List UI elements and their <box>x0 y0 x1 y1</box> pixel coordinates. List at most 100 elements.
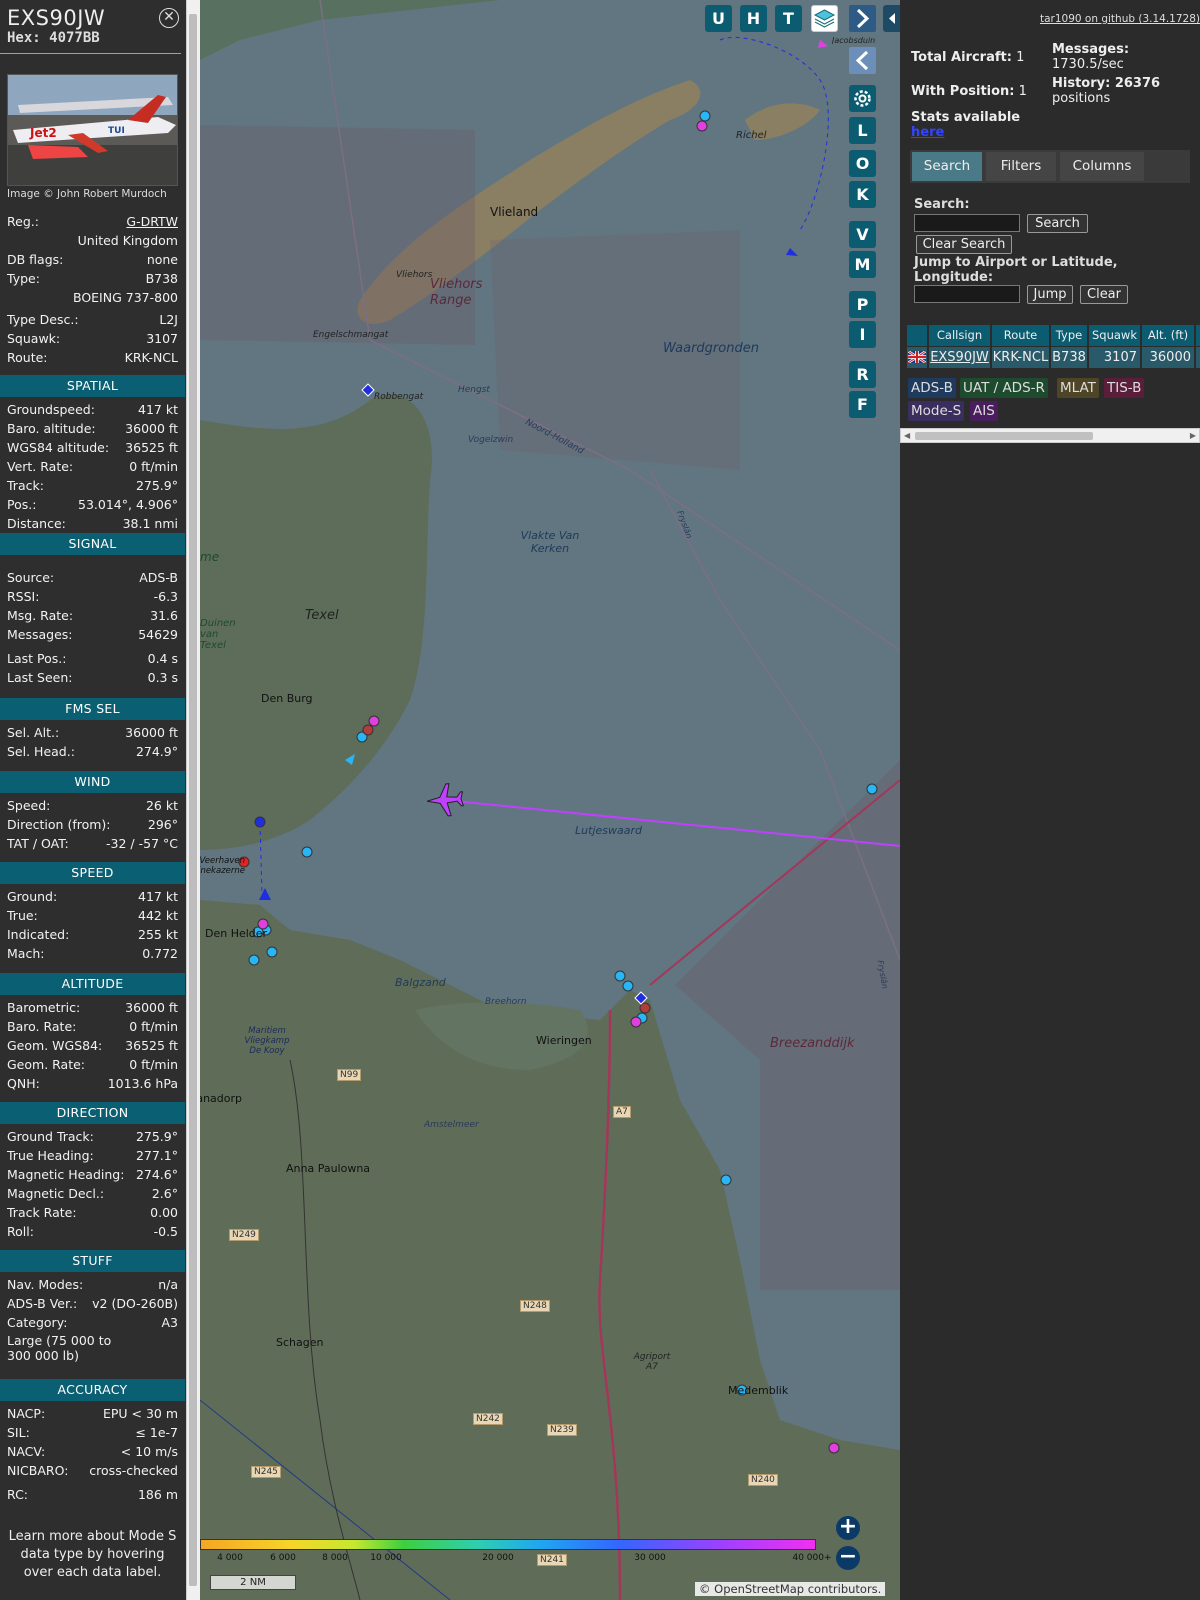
row-type[interactable]: B738 <box>1051 347 1087 368</box>
info-label[interactable]: Ground Track: <box>7 1128 94 1146</box>
map-button-r[interactable]: R <box>849 361 876 388</box>
row-more[interactable] <box>1196 347 1200 368</box>
map-attribution[interactable]: © OpenStreetMap contributors. <box>695 1582 886 1596</box>
map-button-i[interactable]: I <box>849 321 876 348</box>
chevron-right-icon[interactable] <box>849 5 876 32</box>
info-label[interactable]: Track: <box>7 477 44 495</box>
close-icon[interactable]: ✕ <box>159 8 179 28</box>
info-value[interactable]: G-DRTW <box>126 213 178 231</box>
scroll-right-icon[interactable]: ▶ <box>1190 431 1196 440</box>
flag-column-header[interactable] <box>907 325 927 346</box>
badge-mlat[interactable]: MLAT <box>1057 378 1099 398</box>
zoom-out-button[interactable]: − <box>836 1546 860 1570</box>
info-label[interactable]: Magnetic Decl.: <box>7 1185 104 1203</box>
info-label[interactable]: Baro. altitude: <box>7 420 96 438</box>
map-button-p[interactable]: P <box>849 291 876 318</box>
scrollbar-thumb[interactable] <box>915 432 1093 440</box>
info-label[interactable]: Msg. Rate: <box>7 607 73 625</box>
stats-link[interactable]: here <box>911 125 944 140</box>
map-button-h[interactable]: H <box>740 5 767 32</box>
tab-columns[interactable]: Columns <box>1060 152 1144 181</box>
badge-tisb[interactable]: TIS-B <box>1104 378 1145 398</box>
info-label[interactable]: Distance: <box>7 515 66 533</box>
info-label[interactable]: Sel. Alt.: <box>7 724 59 742</box>
info-label[interactable]: Mach: <box>7 945 44 963</box>
info-label[interactable]: Nav. Modes: <box>7 1276 83 1294</box>
info-label[interactable]: Geom. WGS84: <box>7 1037 102 1055</box>
info-label[interactable]: NACV: <box>7 1443 45 1461</box>
jump-input[interactable] <box>914 285 1020 303</box>
column-header-callsign[interactable]: Callsign <box>929 325 990 346</box>
map-button-l[interactable]: L <box>849 117 876 144</box>
map-button-f[interactable]: F <box>849 391 876 418</box>
tab-search[interactable]: Search <box>912 152 982 181</box>
expand-horizontal-icon[interactable] <box>883 5 900 32</box>
info-label[interactable]: SIL: <box>7 1424 30 1442</box>
info-label[interactable]: Ground: <box>7 888 57 906</box>
info-label[interactable]: ADS-B Ver.: <box>7 1295 77 1313</box>
section-header-accuracy[interactable]: ACCURACY <box>0 1379 185 1401</box>
info-label[interactable]: Indicated: <box>7 926 69 944</box>
layers-icon[interactable] <box>811 5 838 32</box>
info-label[interactable]: NICBARO: <box>7 1462 68 1480</box>
info-label[interactable]: Messages: <box>7 626 73 644</box>
info-label[interactable]: Source: <box>7 569 54 587</box>
search-input[interactable] <box>914 214 1020 232</box>
info-label[interactable]: RSSI: <box>7 588 39 606</box>
info-label[interactable]: Type: <box>7 270 40 288</box>
map-button-t[interactable]: T <box>775 5 802 32</box>
info-label[interactable]: Barometric: <box>7 999 80 1017</box>
row-route[interactable]: KRK-NCL <box>992 347 1049 368</box>
info-label[interactable]: Vert. Rate: <box>7 458 73 476</box>
info-label[interactable]: Last Seen: <box>7 669 72 687</box>
info-label[interactable]: Speed: <box>7 797 50 815</box>
info-label[interactable]: WGS84 altitude: <box>7 439 109 457</box>
info-label[interactable]: Last Pos.: <box>7 650 66 668</box>
info-label[interactable]: Category: <box>7 1314 67 1332</box>
section-header-wind[interactable]: WIND <box>0 771 185 793</box>
section-header-altitude[interactable]: ALTITUDE <box>0 973 185 995</box>
map-button-v[interactable]: V <box>849 221 876 248</box>
map-button-u[interactable]: U <box>705 5 732 32</box>
chevron-left-icon[interactable] <box>849 47 876 74</box>
row-altitude[interactable]: 36000 <box>1142 347 1194 368</box>
info-label[interactable]: Magnetic Heading: <box>7 1166 124 1184</box>
scroll-left-icon[interactable]: ◀ <box>904 431 910 440</box>
info-label[interactable]: True: <box>7 907 38 925</box>
jump-button[interactable]: Jump <box>1027 285 1073 304</box>
column-header-altitude[interactable]: Alt. (ft) <box>1142 325 1194 346</box>
github-link[interactable]: tar1090 on github (3.14.1728) <box>1040 13 1200 25</box>
section-header-fms[interactable]: FMS SEL <box>0 698 185 720</box>
info-label[interactable]: Direction (from): <box>7 816 111 834</box>
info-label[interactable]: TAT / OAT: <box>7 835 69 853</box>
column-header-more[interactable] <box>1196 325 1200 346</box>
info-label[interactable]: Route: <box>7 349 48 367</box>
column-header-squawk[interactable]: Squawk <box>1089 325 1140 346</box>
column-header-type[interactable]: Type <box>1051 325 1087 346</box>
sidebar-scrollbar-thumb[interactable] <box>189 14 197 1586</box>
clear-button[interactable]: Clear <box>1080 285 1128 304</box>
zoom-in-button[interactable]: + <box>836 1516 860 1540</box>
section-header-speed[interactable]: SPEED <box>0 862 185 884</box>
badge-adsb[interactable]: ADS-B <box>908 378 956 398</box>
info-label[interactable]: Type Desc.: <box>7 311 79 329</box>
info-label[interactable]: Squawk: <box>7 330 60 348</box>
row-squawk[interactable]: 3107 <box>1089 347 1140 368</box>
section-header-spatial[interactable]: SPATIAL <box>0 375 185 397</box>
info-label[interactable]: NACP: <box>7 1405 45 1423</box>
info-label[interactable]: Baro. Rate: <box>7 1018 76 1036</box>
info-label[interactable]: Roll: <box>7 1223 34 1241</box>
info-label[interactable]: Reg.: <box>7 213 39 231</box>
badge-mode-s[interactable]: Mode-S <box>908 401 965 421</box>
info-label[interactable]: True Heading: <box>7 1147 94 1165</box>
clear-search-button[interactable]: Clear Search <box>916 235 1012 254</box>
map-button-k[interactable]: K <box>849 181 876 208</box>
info-label[interactable]: QNH: <box>7 1075 40 1093</box>
map-button-m[interactable]: M <box>849 251 876 278</box>
row-callsign[interactable]: EXS90JW <box>929 347 990 368</box>
section-header-signal[interactable]: SIGNAL <box>0 533 185 555</box>
tab-filters[interactable]: Filters <box>986 152 1056 181</box>
table-horizontal-scrollbar[interactable]: ◀ ▶ <box>900 428 1200 443</box>
section-header-stuff[interactable]: STUFF <box>0 1250 185 1272</box>
map-view[interactable]: Vlieland Vliehors Vliehors Range Waardgr… <box>200 0 900 1600</box>
